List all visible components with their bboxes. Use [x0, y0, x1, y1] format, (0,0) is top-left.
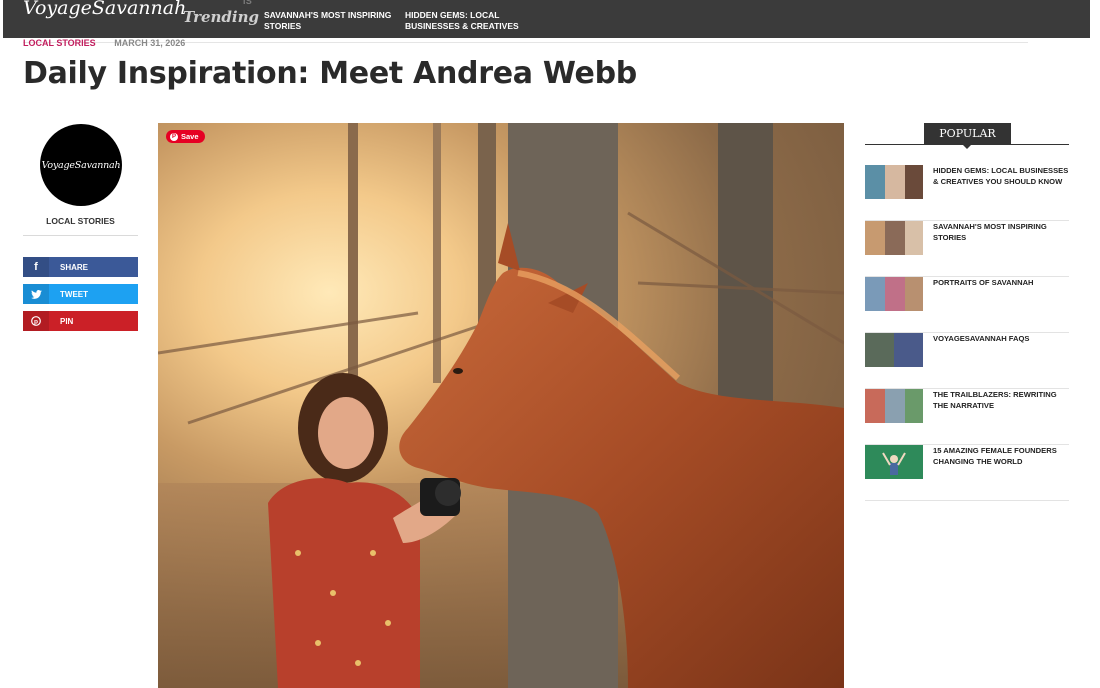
share-label: PIN	[60, 316, 74, 326]
popular-thumbnail[interactable]	[865, 389, 923, 423]
chalkboard-figure-illustration	[882, 452, 906, 475]
popular-thumbnail[interactable]	[865, 333, 923, 367]
popular-item[interactable]: VOYAGESAVANNAH FAQS	[865, 333, 1069, 389]
trending-link[interactable]: SAVANNAH'S MOST INSPIRING STORIES	[264, 10, 404, 32]
pinterest-icon: P	[170, 132, 178, 141]
author-divider	[23, 235, 138, 236]
popular-item[interactable]: HIDDEN GEMS: LOCAL BUSINESSES & CREATIVE…	[865, 165, 1069, 221]
popular-item[interactable]: 15 AMAZING FEMALE FOUNDERS CHANGING THE …	[865, 445, 1069, 501]
svg-text:p: p	[34, 318, 38, 325]
popular-item-title[interactable]: 15 AMAZING FEMALE FOUNDERS CHANGING THE …	[933, 445, 1069, 467]
top-bar: IS VoyageSavannah Trending SAVANNAH'S MO…	[3, 0, 1090, 38]
popular-thumbnail[interactable]	[865, 445, 923, 479]
save-label: Save	[181, 132, 199, 141]
avatar-logo-text: VoyageSavannah	[41, 159, 121, 171]
popular-item-title[interactable]: THE TRAILBLAZERS: REWRITING THE NARRATIV…	[933, 389, 1069, 411]
trending-link[interactable]: HIDDEN GEMS: LOCAL BUSINESSES & CREATIVE…	[405, 10, 545, 32]
hero-image	[158, 123, 844, 688]
share-label: SHARE	[60, 262, 89, 272]
site-logo[interactable]: VoyageSavannah	[23, 0, 186, 19]
share-label: TWEET	[60, 289, 88, 299]
popular-item-title[interactable]: PORTRAITS OF SAVANNAH	[933, 277, 1069, 288]
facebook-icon: f	[23, 257, 49, 277]
popular-item-title[interactable]: SAVANNAH'S MOST INSPIRING STORIES	[933, 221, 1069, 243]
popular-item[interactable]: SAVANNAH'S MOST INSPIRING STORIES	[865, 221, 1069, 277]
popular-item[interactable]: PORTRAITS OF SAVANNAH	[865, 277, 1069, 333]
popular-thumbnail[interactable]	[865, 221, 923, 255]
article-meta: LOCAL STORIES MARCH 31, 2026	[23, 38, 185, 48]
twitter-icon	[23, 284, 49, 304]
popular-thumbnail[interactable]	[865, 165, 923, 199]
popular-item-title[interactable]: HIDDEN GEMS: LOCAL BUSINESSES & CREATIVE…	[933, 165, 1069, 187]
popular-thumbnail[interactable]	[865, 277, 923, 311]
popular-item-title[interactable]: VOYAGESAVANNAH FAQS	[933, 333, 1069, 344]
popular-item[interactable]: THE TRAILBLAZERS: REWRITING THE NARRATIV…	[865, 389, 1069, 445]
author-avatar[interactable]: VoyageSavannah	[40, 124, 122, 206]
trending-label: Trending	[183, 8, 260, 26]
ticker-ghost-text: IS	[243, 0, 252, 6]
popular-heading: POPULAR	[924, 123, 1011, 149]
pinterest-save-button[interactable]: P Save	[166, 130, 205, 143]
article-title: Daily Inspiration: Meet Andrea Webb	[23, 56, 637, 91]
article-category[interactable]: LOCAL STORIES	[23, 38, 96, 48]
article-date: MARCH 31, 2026	[114, 38, 186, 48]
hero-photo-illustration	[158, 123, 844, 688]
twitter-share-button[interactable]: TWEET	[23, 284, 138, 304]
author-category[interactable]: LOCAL STORIES	[23, 216, 138, 226]
pinterest-share-button[interactable]: p PIN	[23, 311, 138, 331]
facebook-share-button[interactable]: f SHARE	[23, 257, 138, 277]
pinterest-icon: p	[23, 311, 49, 331]
